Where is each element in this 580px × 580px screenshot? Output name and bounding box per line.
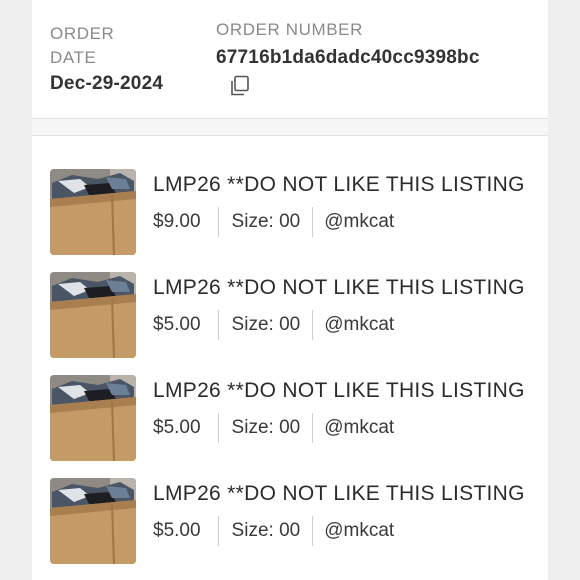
order-header: ORDER DATE Dec-29-2024 ORDER NUMBER 6771… — [32, 0, 548, 118]
item-meta: $5.00 Size: 00 @mkcat — [153, 516, 394, 546]
order-item[interactable]: LMP26 **DO NOT LIKE THIS LISTING $5.00 S… — [32, 238, 548, 358]
order-date-label: ORDER DATE — [50, 24, 115, 67]
item-price: $5.00 — [153, 520, 201, 541]
item-meta: $9.00 Size: 00 @mkcat — [153, 207, 394, 237]
order-number-section: ORDER NUMBER 67716b1da6dadc40cc9398bc — [216, 18, 546, 96]
item-meta: $5.00 Size: 00 @mkcat — [153, 310, 394, 340]
section-divider — [32, 118, 548, 136]
order-number-value: 67716b1da6dadc40cc9398bc — [216, 47, 480, 68]
order-item[interactable]: LMP26 **DO NOT LIKE THIS LISTING $9.00 S… — [32, 135, 548, 255]
seller-username[interactable]: @mkcat — [324, 314, 394, 336]
order-number-label: ORDER NUMBER — [216, 20, 363, 39]
meta-divider — [217, 310, 219, 340]
meta-divider — [217, 413, 219, 443]
item-title[interactable]: LMP26 **DO NOT LIKE THIS LISTING — [153, 377, 548, 405]
meta-divider — [217, 516, 219, 546]
item-meta: $5.00 Size: 00 @mkcat — [153, 413, 394, 443]
meta-divider — [217, 207, 219, 237]
seller-username[interactable]: @mkcat — [324, 211, 394, 233]
item-size: Size: 00 — [231, 314, 301, 335]
meta-divider — [312, 516, 314, 546]
order-date-section: ORDER DATE Dec-29-2024 — [50, 22, 200, 96]
item-price: $5.00 — [153, 417, 201, 438]
meta-divider — [312, 413, 314, 443]
meta-divider — [312, 207, 314, 237]
order-date-value: Dec-29-2024 — [50, 73, 164, 94]
order-item[interactable]: LMP26 **DO NOT LIKE THIS LISTING $5.00 S… — [32, 341, 548, 461]
seller-username[interactable]: @mkcat — [324, 417, 394, 439]
order-details-panel: ORDER DATE Dec-29-2024 ORDER NUMBER 6771… — [32, 0, 548, 580]
item-size: Size: 00 — [231, 520, 301, 541]
item-title[interactable]: LMP26 **DO NOT LIKE THIS LISTING — [153, 274, 548, 302]
item-price: $5.00 — [153, 314, 201, 335]
order-item-list: LMP26 **DO NOT LIKE THIS LISTING $9.00 S… — [32, 135, 548, 564]
item-price: $9.00 — [153, 211, 201, 232]
order-item[interactable]: LMP26 **DO NOT LIKE THIS LISTING $5.00 S… — [32, 444, 548, 564]
item-size: Size: 00 — [231, 211, 301, 232]
item-title[interactable]: LMP26 **DO NOT LIKE THIS LISTING — [153, 480, 548, 508]
item-size: Size: 00 — [231, 417, 301, 438]
copy-icon[interactable] — [228, 74, 252, 98]
item-thumbnail[interactable] — [50, 478, 136, 564]
item-title[interactable]: LMP26 **DO NOT LIKE THIS LISTING — [153, 171, 548, 199]
meta-divider — [312, 310, 314, 340]
seller-username[interactable]: @mkcat — [324, 520, 394, 542]
